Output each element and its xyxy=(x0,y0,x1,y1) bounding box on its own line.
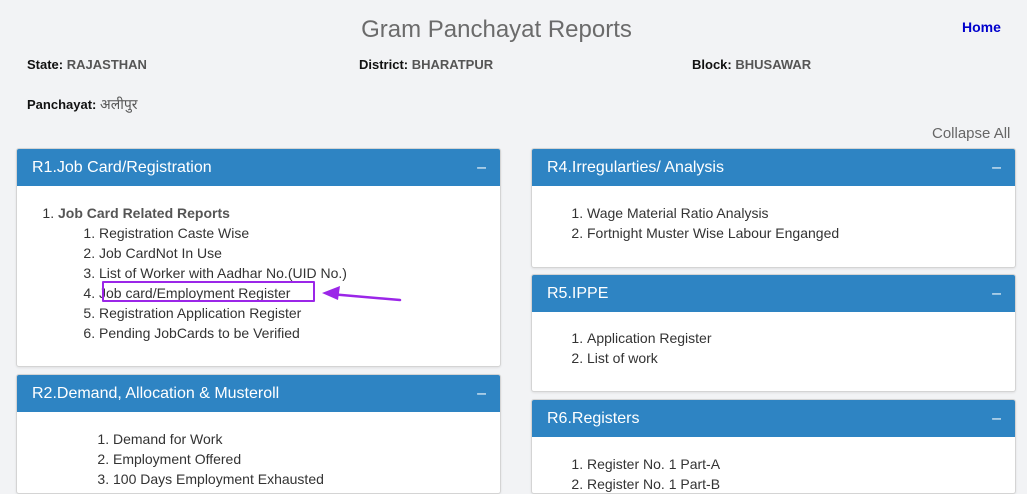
panel-r4-title: R4.Irregularties/ Analysis xyxy=(547,159,724,176)
panel-r6-header[interactable]: R6.Registers – xyxy=(532,400,1015,437)
panel-r4-header[interactable]: R4.Irregularties/ Analysis – xyxy=(532,149,1015,186)
panel-r5-title: R5.IPPE xyxy=(547,285,609,302)
district-info: District: BHARATPUR xyxy=(359,57,493,72)
list-item: Job Card Related Reports Registration Ca… xyxy=(58,203,347,343)
district-label: District: xyxy=(359,57,409,72)
report-link[interactable]: Register No. 1 Part-A xyxy=(587,454,720,474)
collapse-icon[interactable]: – xyxy=(477,149,486,186)
report-link[interactable]: Register No. 1 Part-B xyxy=(587,474,720,493)
highlight-box xyxy=(102,281,315,302)
report-link[interactable]: Employment Offered xyxy=(113,449,324,469)
report-link[interactable]: Application Register xyxy=(587,328,712,348)
report-link[interactable]: Wage Material Ratio Analysis xyxy=(587,203,839,223)
panel-r5-header[interactable]: R5.IPPE – xyxy=(532,275,1015,312)
panel-r1-title: R1.Job Card/Registration xyxy=(32,159,212,176)
report-link[interactable]: Pending JobCards to be Verified xyxy=(99,323,347,343)
district-value: BHARATPUR xyxy=(411,57,494,72)
panel-r2: R2.Demand, Allocation & Musteroll – Dema… xyxy=(16,374,501,494)
report-link[interactable]: List of work xyxy=(587,348,712,368)
report-link[interactable]: 100 Days Employment Exhausted xyxy=(113,469,324,489)
report-link[interactable]: Registration Application Register xyxy=(99,303,347,323)
r1-report-list: Job Card Related Reports Registration Ca… xyxy=(58,203,347,343)
collapse-icon[interactable]: – xyxy=(992,149,1001,186)
panel-r5: R5.IPPE – Application Register List of w… xyxy=(531,274,1016,392)
state-label: State: xyxy=(27,57,64,72)
panel-r1-header[interactable]: R1.Job Card/Registration – xyxy=(17,149,500,186)
panel-r6: R6.Registers – Register No. 1 Part-A Reg… xyxy=(531,399,1016,494)
report-link[interactable]: Registration Caste Wise xyxy=(99,223,347,243)
block-info: Block: BHUSAWAR xyxy=(692,57,811,72)
collapse-icon[interactable]: – xyxy=(477,375,486,412)
panchayat-label: Panchayat: xyxy=(27,97,97,112)
r6-report-list: Register No. 1 Part-A Register No. 1 Par… xyxy=(572,454,720,493)
panel-r4: R4.Irregularties/ Analysis – Wage Materi… xyxy=(531,148,1016,268)
report-link[interactable]: Fortnight Muster Wise Labour Enganged xyxy=(587,223,839,243)
collapse-icon[interactable]: – xyxy=(992,400,1001,437)
block-value: BHUSAWAR xyxy=(735,57,812,72)
r1-group-title: Job Card Related Reports xyxy=(58,205,230,221)
r2-report-list: Demand for Work Employment Offered 100 D… xyxy=(98,429,324,489)
collapse-icon[interactable]: – xyxy=(992,275,1001,312)
state-value: RAJASTHAN xyxy=(66,57,147,72)
block-label: Block: xyxy=(692,57,732,72)
r4-report-list: Wage Material Ratio Analysis Fortnight M… xyxy=(572,203,839,243)
collapse-all-link[interactable]: Collapse All xyxy=(932,125,1010,142)
report-link[interactable]: Job CardNot In Use xyxy=(99,243,347,263)
report-link[interactable]: List of Worker with Aadhar No.(UID No.) xyxy=(99,263,347,283)
panchayat-info: Panchayat: अलीपुर xyxy=(27,95,138,114)
page-title: Gram Panchayat Reports xyxy=(361,16,632,43)
panchayat-value: अलीपुर xyxy=(100,97,138,113)
state-info: State: RAJASTHAN xyxy=(27,57,147,72)
report-link[interactable]: Demand for Work xyxy=(113,429,324,449)
home-link[interactable]: Home xyxy=(962,19,1001,35)
r5-report-list: Application Register List of work xyxy=(572,328,712,368)
panel-r2-header[interactable]: R2.Demand, Allocation & Musteroll – xyxy=(17,375,500,412)
panel-r6-title: R6.Registers xyxy=(547,410,640,427)
panel-r1: R1.Job Card/Registration – Job Card Rela… xyxy=(16,148,501,367)
panel-r2-title: R2.Demand, Allocation & Musteroll xyxy=(32,385,280,402)
